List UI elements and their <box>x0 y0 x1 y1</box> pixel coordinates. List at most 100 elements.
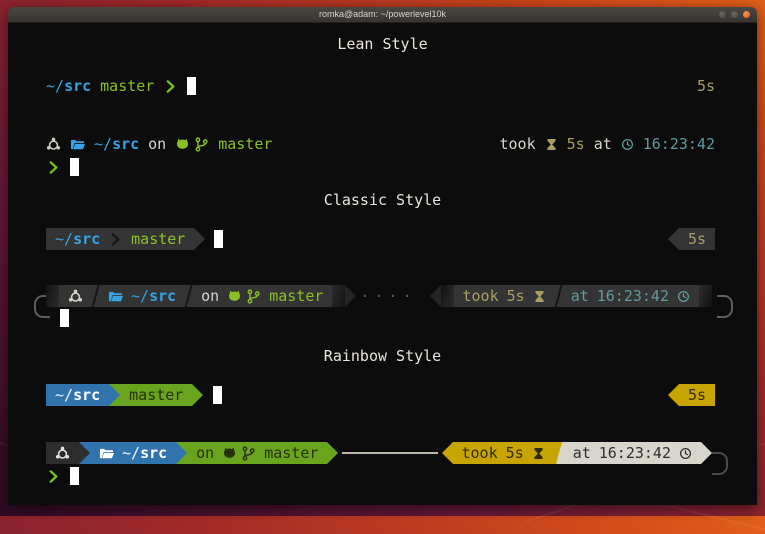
powerline-segment-duration: 5s <box>679 228 715 250</box>
command-duration: 5s <box>506 442 524 464</box>
dir-name: src <box>73 384 100 406</box>
hourglass-icon <box>532 447 545 460</box>
classic-prompt-2-line-1: ~/src on master ···· took 5s at <box>46 285 712 307</box>
dir-prefix: ~/ <box>122 442 140 464</box>
cursor-block <box>70 158 79 176</box>
dir-prefix: ~/ <box>131 285 149 307</box>
command-duration: 5s <box>688 228 706 250</box>
segment-separator-chevron-icon <box>108 232 123 247</box>
lean-prompt-1: ~/src master 5s <box>46 75 715 97</box>
github-octocat-icon <box>227 289 242 304</box>
minimize-button[interactable] <box>719 11 726 18</box>
dir-path: ~/src <box>122 442 167 464</box>
command-duration: 5s <box>688 384 706 406</box>
took-label: took <box>500 135 536 153</box>
at-label: at <box>573 442 591 464</box>
dir-prefix: ~/ <box>46 77 64 95</box>
dir-name: src <box>140 442 167 464</box>
powerline-arrow-icon <box>668 228 679 250</box>
ubuntu-logo-icon <box>46 137 61 152</box>
at-label: at <box>594 135 612 153</box>
dir-name: src <box>64 77 91 95</box>
section-title-lean: Lean Style <box>8 35 757 53</box>
clock-icon <box>621 138 634 151</box>
terminal-window: romka@adam: ~/powerlevel10k Lean Style ~… <box>8 7 757 505</box>
command-duration: 5s <box>567 135 585 153</box>
powerline-arrow-icon <box>701 442 712 464</box>
git-info <box>222 446 256 461</box>
git-info <box>175 137 209 152</box>
powerline-arrow-icon <box>176 442 187 464</box>
powerline-arrow-icon <box>79 442 90 464</box>
cursor-block <box>213 386 222 404</box>
ubuntu-logo-icon <box>55 446 70 461</box>
segment-tail <box>332 285 345 307</box>
window-controls <box>719 11 750 18</box>
section-title-rainbow: Rainbow Style <box>8 347 757 365</box>
took-label: took <box>462 442 498 464</box>
lean-prompt-2-line-2 <box>46 156 715 178</box>
dir-path: ~/src <box>55 384 100 406</box>
github-octocat-icon <box>222 446 237 461</box>
at-label: at <box>571 285 589 307</box>
segment-lead <box>46 285 59 307</box>
folder-icon <box>70 137 85 152</box>
powerline-arrow-icon <box>192 384 203 406</box>
on-label: on <box>148 135 166 153</box>
powerline-arrow-icon <box>327 442 338 464</box>
rainbow-prompt-2-line-1: ~/src on master took 5s a <box>46 442 712 464</box>
git-branch-name: master <box>131 228 185 250</box>
window-titlebar[interactable]: romka@adam: ~/powerlevel10k <box>8 7 757 23</box>
ubuntu-logo-icon <box>68 289 83 304</box>
powerline-segment-os <box>46 442 79 464</box>
git-branch-icon <box>246 289 261 304</box>
command-duration: 5s <box>507 285 525 307</box>
rainbow-prompt-1: ~/src master 5s <box>46 384 715 406</box>
cursor-block <box>214 230 223 248</box>
classic-prompt-1: ~/src master 5s <box>46 228 715 250</box>
on-label: on <box>201 285 219 307</box>
powerline-segment-dir: ~/src <box>90 442 176 464</box>
cursor-block <box>70 467 79 485</box>
prompt-chevron-icon <box>46 469 61 484</box>
took-label: took <box>463 285 499 307</box>
dir-path: ~/src <box>131 285 176 307</box>
powerline-arrow-icon <box>345 285 356 307</box>
folder-icon <box>99 446 114 461</box>
dir-name: src <box>73 228 100 250</box>
powerline-segment-duration: 5s <box>679 384 715 406</box>
powerline-arrow-icon <box>442 442 453 464</box>
dir-prefix: ~/ <box>94 135 112 153</box>
powerline-arrow-icon <box>668 384 679 406</box>
window-title: romka@adam: ~/powerlevel10k <box>8 7 757 22</box>
powerline-segment-os-dir-git: ~/src on master <box>59 285 332 307</box>
on-label: on <box>196 442 214 464</box>
prompt-frame-right <box>717 295 733 318</box>
command-duration: 5s <box>697 77 715 95</box>
time-value: 16:23:42 <box>599 442 671 464</box>
segment-separator <box>554 442 564 464</box>
gap-filler-dots: ···· <box>360 287 416 305</box>
powerline-arrow-icon <box>430 285 441 307</box>
segment-lead <box>441 285 454 307</box>
terminal-body[interactable]: Lean Style ~/src master 5s ~/src on mast… <box>8 23 757 505</box>
github-octocat-icon <box>175 137 190 152</box>
powerline-segment-git: master <box>120 384 192 406</box>
segment-separator <box>184 285 193 307</box>
git-branch-icon <box>194 137 209 152</box>
clock-icon <box>677 290 690 303</box>
powerline-segment-dir-git: ~/src master <box>46 228 194 250</box>
folder-icon <box>108 289 123 304</box>
git-branch-name: master <box>100 77 154 95</box>
dir-name: src <box>112 135 139 153</box>
dir-name: src <box>149 285 176 307</box>
dir-path: ~/src <box>46 77 91 95</box>
powerline-segment-dir: ~/src <box>46 384 109 406</box>
close-button[interactable] <box>743 11 750 18</box>
powerline-segment-git: on master <box>187 442 327 464</box>
git-info <box>227 289 261 304</box>
git-branch-icon <box>241 446 256 461</box>
time-value: 16:23:42 <box>643 135 715 153</box>
gap-filler-line <box>342 452 437 454</box>
maximize-button[interactable] <box>731 11 738 18</box>
